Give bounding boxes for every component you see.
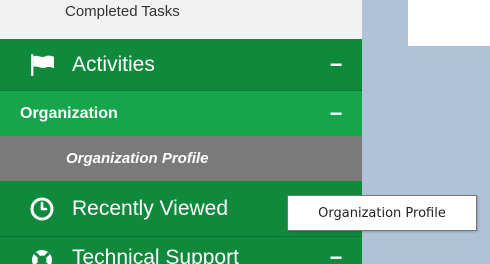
clock-icon	[28, 195, 56, 223]
collapse-organization-button[interactable]: −	[326, 91, 346, 136]
sidebar-item-organization-profile[interactable]: Organization Profile	[0, 136, 362, 181]
content-panel	[408, 0, 490, 46]
sidebar-item-label: Completed Tasks	[65, 3, 180, 20]
lifebuoy-icon	[28, 246, 56, 264]
tooltip-text: Organization Profile	[318, 205, 446, 221]
sidebar-item-organization[interactable]: Organization −	[0, 91, 362, 136]
tooltip: Organization Profile	[287, 195, 477, 231]
flag-icon	[28, 51, 56, 79]
sidebar-item-completed-tasks[interactable]: Completed Tasks	[0, 0, 362, 39]
sidebar-item-label: Organization	[20, 104, 118, 122]
collapse-technical-support-button[interactable]: −	[326, 237, 346, 264]
collapse-activities-button[interactable]: −	[326, 39, 346, 90]
sidebar-item-label: Organization Profile	[66, 150, 209, 167]
sidebar-item-activities[interactable]: Activities −	[0, 39, 362, 91]
sidebar-item-technical-support[interactable]: Technical Support −	[0, 237, 362, 264]
sidebar-item-label: Technical Support	[72, 246, 239, 264]
sidebar-item-label: Activities	[72, 52, 155, 76]
sidebar-item-label: Recently Viewed	[72, 196, 229, 220]
